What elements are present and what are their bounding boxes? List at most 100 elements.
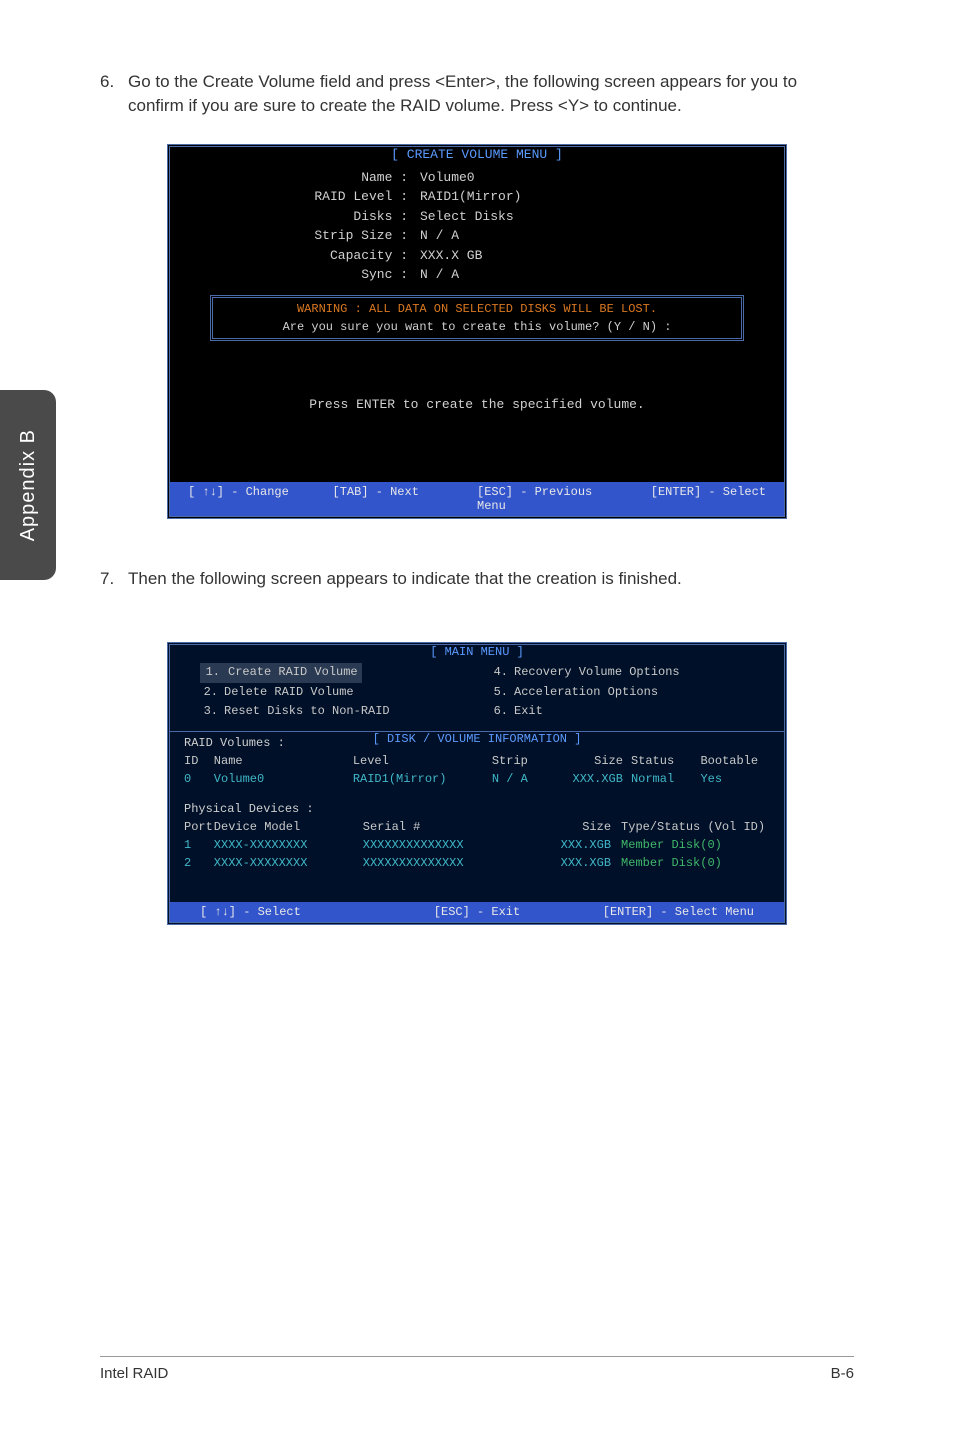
field-raid-level: RAID Level : RAID1(Mirror) [170, 187, 784, 207]
menu-6-num: 6. [490, 702, 514, 721]
phys2-serial: XXXXXXXXXXXXXX [363, 854, 532, 872]
vol-hdr-id: ID [184, 752, 214, 770]
menu-1-label[interactable]: Create RAID Volume [224, 663, 362, 682]
phys2-type: Member Disk(0) [621, 854, 770, 872]
sidebar-label: Appendix B [17, 429, 40, 541]
physical-devices-label: Physical Devices : [184, 802, 770, 816]
vol-boot: Yes [700, 770, 770, 788]
menu-2-label[interactable]: Delete RAID Volume [224, 683, 354, 702]
step-6-num: 6. [100, 70, 128, 118]
field-capacity: Capacity : XXX.X GB [170, 246, 784, 266]
main-menu-dialog: [ MAIN MENU ] 1. Create RAID Volume 4. R… [167, 642, 787, 925]
vol-hdr-size: Size [551, 752, 631, 770]
footer-enter: [ENTER] - Select [622, 485, 767, 513]
footer2-enter: [ENTER] - Select Menu [569, 905, 754, 919]
footer-esc: [ESC] - Previous Menu [477, 485, 622, 513]
phys-hdr-model: Device Model [214, 818, 363, 836]
name-value: Volume0 [420, 168, 475, 188]
page-content: 6. Go to the Create Volume field and pre… [0, 0, 954, 925]
strip-label: Strip Size : [170, 226, 420, 246]
menu-4-num: 4. [490, 663, 514, 682]
field-block: Name : Volume0 RAID Level : RAID1(Mirror… [170, 162, 784, 295]
vol-id: 0 [184, 770, 214, 788]
phys-hdr-serial: Serial # [363, 818, 532, 836]
menu-4-label[interactable]: Recovery Volume Options [514, 663, 680, 682]
raid-value: RAID1(Mirror) [420, 187, 521, 207]
phys-row-2: 2 XXXX-XXXXXXXX XXXXXXXXXXXXXX XXX.XGB M… [184, 854, 770, 872]
phys-hdr-type: Type/Status (Vol ID) [621, 818, 770, 836]
vol-name: Volume0 [214, 770, 353, 788]
footer2-esc: [ESC] - Exit [385, 905, 570, 919]
vol-hdr-strip: Strip [492, 752, 552, 770]
capacity-label: Capacity : [170, 246, 420, 266]
sync-label: Sync : [170, 265, 420, 285]
info-block: RAID Volumes : ID Name Level Strip Size … [170, 732, 784, 902]
phys1-serial: XXXXXXXXXXXXXX [363, 836, 532, 854]
strip-value: N / A [420, 226, 459, 246]
vol-hdr-level: Level [353, 752, 492, 770]
vol-hdr-boot: Bootable [700, 752, 770, 770]
menu-6-label[interactable]: Exit [514, 702, 543, 721]
warning-box: WARNING : ALL DATA ON SELECTED DISKS WIL… [210, 295, 744, 341]
name-label: Name : [170, 168, 420, 188]
phys-row-1: 1 XXXX-XXXXXXXX XXXXXXXXXXXXXX XXX.XGB M… [184, 836, 770, 854]
main-menu-footer: [ ↑↓] - Select [ESC] - Exit [ENTER] - Se… [170, 902, 784, 922]
disk-volume-info-title: [ DISK / VOLUME INFORMATION ] [369, 732, 586, 746]
menu-5-label[interactable]: Acceleration Options [514, 683, 658, 702]
menu-2-num: 2. [200, 683, 224, 702]
footer-change: [ ↑↓] - Change [188, 485, 333, 513]
disks-value: Select Disks [420, 207, 514, 227]
menu-row-1: 1. Create RAID Volume 4. Recovery Volume… [170, 663, 784, 682]
footer2-select: [ ↑↓] - Select [200, 905, 385, 919]
step-7-num: 7. [100, 567, 128, 591]
footer-right: B-6 [831, 1365, 854, 1382]
sidebar-tab: Appendix B [0, 390, 56, 580]
step-7-text: Then the following screen appears to ind… [128, 567, 682, 591]
vol-status: Normal [631, 770, 701, 788]
phys-hdr-size: Size [532, 818, 621, 836]
phys1-port: 1 [184, 836, 214, 854]
menu-1-num: 1. [200, 663, 224, 682]
field-name: Name : Volume0 [170, 168, 784, 188]
menu-row-3: 3. Reset Disks to Non-RAID 6. Exit [170, 702, 784, 721]
create-volume-title: [ CREATE VOLUME MENU ] [387, 147, 567, 162]
capacity-value: XXX.X GB [420, 246, 482, 266]
step-6: 6. Go to the Create Volume field and pre… [100, 70, 854, 118]
field-disks: Disks : Select Disks [170, 207, 784, 227]
volume-data-row: 0 Volume0 RAID1(Mirror) N / A XXX.XGB No… [184, 770, 770, 788]
page-footer: Intel RAID B-6 [100, 1356, 854, 1382]
menu-3-num: 3. [200, 702, 224, 721]
volume-header-row: ID Name Level Strip Size Status Bootable [184, 752, 770, 770]
menu-3-label[interactable]: Reset Disks to Non-RAID [224, 702, 390, 721]
step-6-text: Go to the Create Volume field and press … [128, 70, 854, 118]
phys2-port: 2 [184, 854, 214, 872]
menu-block: 1. Create RAID Volume 4. Recovery Volume… [170, 659, 784, 729]
main-menu-title: [ MAIN MENU ] [426, 645, 528, 659]
phys-hdr-port: Port [184, 818, 214, 836]
phys1-model: XXXX-XXXXXXXX [214, 836, 363, 854]
confirm-prompt[interactable]: Are you sure you want to create this vol… [223, 320, 731, 334]
create-volume-dialog: [ CREATE VOLUME MENU ] Name : Volume0 RA… [167, 144, 787, 519]
menu-row-2: 2. Delete RAID Volume 5. Acceleration Op… [170, 683, 784, 702]
vol-strip: N / A [492, 770, 552, 788]
menu-5-num: 5. [490, 683, 514, 702]
divider: [ DISK / VOLUME INFORMATION ] [170, 731, 784, 732]
vol-hdr-status: Status [631, 752, 701, 770]
phys2-size: XXX.XGB [532, 854, 621, 872]
phys2-model: XXXX-XXXXXXXX [214, 854, 363, 872]
raid-label: RAID Level : [170, 187, 420, 207]
footer-left: Intel RAID [100, 1365, 168, 1382]
field-sync: Sync : N / A [170, 265, 784, 285]
vol-size: XXX.XGB [551, 770, 631, 788]
vol-level: RAID1(Mirror) [353, 770, 492, 788]
field-strip: Strip Size : N / A [170, 226, 784, 246]
phys1-size: XXX.XGB [532, 836, 621, 854]
sync-value: N / A [420, 265, 459, 285]
phys-header-row: Port Device Model Serial # Size Type/Sta… [184, 818, 770, 836]
warning-text: WARNING : ALL DATA ON SELECTED DISKS WIL… [223, 302, 731, 316]
step-7: 7. Then the following screen appears to … [100, 567, 854, 591]
create-volume-footer: [ ↑↓] - Change [TAB] - Next [ESC] - Prev… [170, 482, 784, 516]
vol-hdr-name: Name [214, 752, 353, 770]
disks-label: Disks : [170, 207, 420, 227]
footer-tab: [TAB] - Next [333, 485, 478, 513]
